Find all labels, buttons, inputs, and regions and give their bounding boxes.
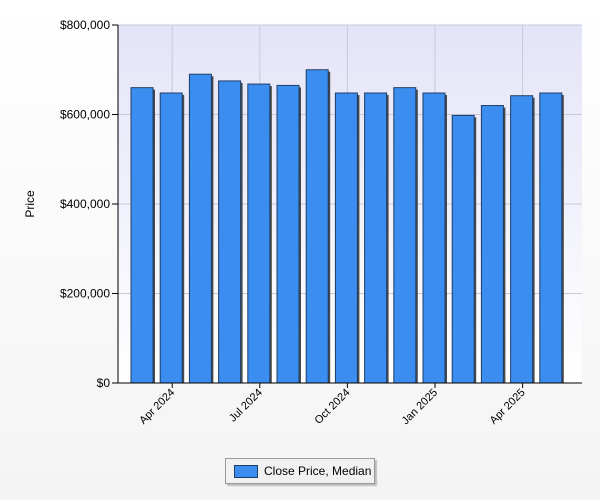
bar-chart: $0 $200,000 $400,000 $600,000 $800,000 Apr 20… (23, 18, 582, 427)
bar (159, 92, 183, 384)
bar (334, 92, 358, 384)
bar (451, 114, 475, 384)
x-tick-label: Apr 2025 (488, 387, 528, 427)
bar (247, 83, 271, 384)
y-tick-label: $200,000 (60, 287, 110, 301)
x-tick-label: Jul 2024 (227, 387, 265, 425)
legend-swatch (234, 464, 258, 478)
bar (480, 105, 504, 384)
x-tick-label: Oct 2024 (312, 387, 352, 427)
y-tick-label: $800,000 (60, 18, 110, 32)
bar (188, 73, 212, 384)
chart-legend: Close Price, Median (225, 458, 375, 484)
bar (393, 87, 417, 384)
bar (510, 95, 534, 384)
bar (539, 92, 563, 384)
y-tick-label: $600,000 (60, 108, 110, 122)
y-tick-label: $400,000 (60, 197, 110, 211)
legend-label: Close Price, Median (264, 464, 372, 478)
bar (276, 84, 300, 384)
bar (130, 87, 154, 384)
x-tick-label: Apr 2024 (137, 387, 177, 427)
y-tick-label: $0 (97, 376, 111, 390)
bar (364, 92, 388, 384)
x-tick-label: Jan 2025 (400, 387, 440, 427)
bar (305, 69, 329, 384)
y-axis-title: Price (23, 190, 37, 218)
bar (218, 80, 242, 384)
bar (422, 92, 446, 384)
